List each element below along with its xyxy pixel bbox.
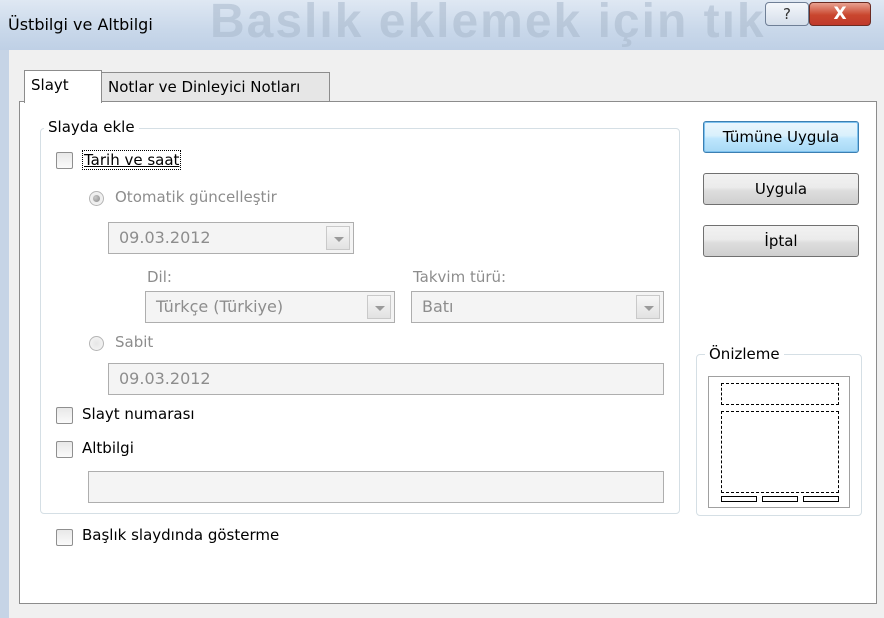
help-icon: ? xyxy=(783,5,791,23)
language-value: Türkçe (Türkiye) xyxy=(156,297,284,316)
footer-text-field[interactable] xyxy=(88,471,664,503)
tab-slide[interactable]: Slayt xyxy=(24,70,102,103)
title-bar: Baslık eklemek için tık Üstbilgi ve Altb… xyxy=(0,0,884,50)
footer-checkbox[interactable] xyxy=(56,441,73,458)
footer-label[interactable]: Altbilgi xyxy=(82,439,134,457)
chevron-down-icon[interactable] xyxy=(326,226,350,250)
dialog-title: Üstbilgi ve Altbilgi xyxy=(8,15,153,34)
auto-update-label: Otomatik güncelleştir xyxy=(115,188,277,206)
dont-show-title-checkbox[interactable] xyxy=(56,529,73,546)
date-time-checkbox[interactable] xyxy=(56,152,73,169)
slide-group-legend: Slayda ekle xyxy=(44,118,139,136)
preview-body-placeholder xyxy=(721,411,839,493)
tab-slide-label: Slayt xyxy=(31,76,69,94)
tab-notes[interactable]: Notlar ve Dinleyici Notları xyxy=(101,72,330,102)
fixed-date-field[interactable]: 09.03.2012 xyxy=(108,363,664,395)
slide-preview xyxy=(708,376,850,508)
fixed-date-value: 09.03.2012 xyxy=(119,369,211,388)
date-time-label[interactable]: Tarih ve saat xyxy=(82,150,182,170)
language-label: Dil: xyxy=(147,268,172,286)
date-time-label-text: Tarih ve saat xyxy=(84,151,180,169)
calendar-value: Batı xyxy=(422,297,454,316)
auto-date-dropdown[interactable]: 09.03.2012 xyxy=(108,222,354,254)
preview-legend: Önizleme xyxy=(705,345,784,363)
fixed-label: Sabit xyxy=(115,333,154,351)
auto-date-value: 09.03.2012 xyxy=(119,228,211,247)
calendar-dropdown[interactable]: Batı xyxy=(411,291,664,323)
preview-number-placeholder xyxy=(803,496,839,502)
apply-all-button[interactable]: Tümüne Uygula xyxy=(703,121,859,153)
close-button[interactable]: X xyxy=(809,2,871,26)
window-border xyxy=(0,50,9,618)
slide-number-label[interactable]: Slayt numarası xyxy=(82,405,195,423)
preview-date-placeholder xyxy=(721,496,757,502)
cancel-button[interactable]: İptal xyxy=(703,225,859,257)
apply-button[interactable]: Uygula xyxy=(703,173,859,205)
auto-update-radio[interactable] xyxy=(89,191,104,206)
language-dropdown[interactable]: Türkçe (Türkiye) xyxy=(145,291,395,323)
background-slide-title: Baslık eklemek için tık xyxy=(210,0,766,48)
chevron-down-icon[interactable] xyxy=(636,295,660,319)
help-button[interactable]: ? xyxy=(765,2,809,26)
preview-footer-placeholder xyxy=(762,496,798,502)
chevron-down-icon[interactable] xyxy=(367,295,391,319)
dont-show-title-label[interactable]: Başlık slaydında gösterme xyxy=(82,526,279,544)
preview-title-placeholder xyxy=(721,383,839,405)
radio-dot xyxy=(93,195,100,202)
calendar-label: Takvim türü: xyxy=(413,268,507,286)
tab-notes-label: Notlar ve Dinleyici Notları xyxy=(108,78,301,96)
close-icon: X xyxy=(833,4,847,24)
fixed-radio[interactable] xyxy=(89,336,104,351)
slide-number-checkbox[interactable] xyxy=(56,407,73,424)
